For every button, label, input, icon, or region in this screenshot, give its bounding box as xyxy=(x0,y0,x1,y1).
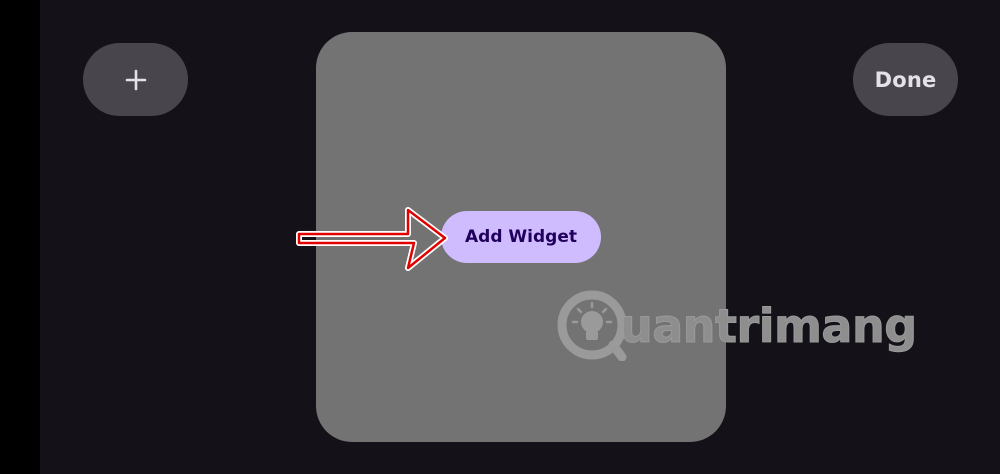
quantrimang-watermark: uantrimang xyxy=(556,285,918,365)
done-button[interactable]: Done xyxy=(853,43,958,116)
watermark-text: uantrimang xyxy=(620,299,918,354)
add-widget-plus-button[interactable] xyxy=(83,43,188,116)
lightbulb-icon xyxy=(557,290,627,361)
plus-icon xyxy=(125,69,146,90)
add-widget-button[interactable]: Add Widget xyxy=(441,211,601,263)
red-arrow-annotation xyxy=(296,207,448,271)
